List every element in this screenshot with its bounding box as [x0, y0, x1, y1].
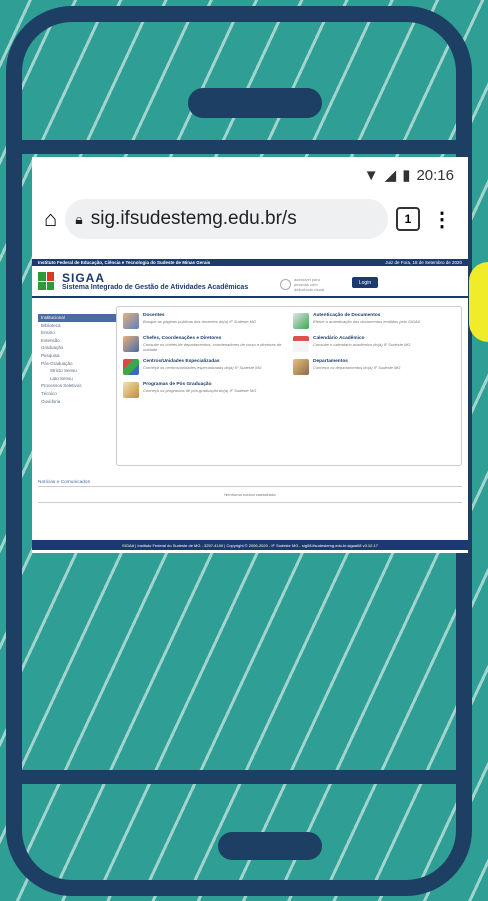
status-bar: ▼ ◢ ▮ 20:16: [32, 157, 468, 193]
calendar-icon: [293, 336, 309, 352]
blocks-icon: [123, 359, 139, 375]
services-panel: Docentes Busque as páginas públicas dos d…: [116, 306, 462, 466]
menu-item-pesquisa[interactable]: Pesquisa: [38, 352, 116, 360]
phone-bottom-bezel-line: [22, 770, 456, 784]
menu-item-processos-seletivos[interactable]: Processos Seletivos: [38, 382, 116, 390]
login-button[interactable]: Login: [352, 277, 378, 288]
menu-item-lato-sensu[interactable]: Lato Sensu: [38, 375, 116, 383]
phone-top-bezel-line: [22, 140, 456, 154]
group-icon: [123, 336, 139, 352]
site-footer: SIGAA | Instituto Federal do Sudeste de …: [32, 540, 468, 550]
people-icon: [123, 313, 139, 329]
wifi-icon: ▼: [363, 166, 379, 184]
menu-item-institucional[interactable]: Institucional: [38, 314, 116, 322]
verified-document-icon: [293, 313, 309, 329]
lock-icon: 🔒︎: [75, 210, 83, 227]
sigaa-logo: [38, 272, 54, 290]
side-menu: Institucional Biblioteca Ensino Extensão…: [38, 306, 116, 466]
signal-icon: ◢: [384, 167, 397, 184]
institution-strip: Instituto Federal de Educação, Ciência e…: [32, 259, 468, 266]
phone-speaker: [188, 88, 322, 118]
more-menu-icon[interactable]: ⋮: [428, 207, 456, 232]
news-section: Notícias e Comunicados Nenhuma notícia c…: [38, 480, 462, 503]
card-pos-graduacao[interactable]: Programas de Pós Graduação Conheça os pro…: [123, 380, 285, 403]
card-centros[interactable]: Centros/Unidades Especializadas Conheça o…: [123, 357, 285, 380]
building-icon: [293, 359, 309, 375]
url-text: sig.ifsudestemg.edu.br/s: [90, 208, 297, 229]
clock: 20:16: [416, 166, 454, 184]
institution-name: Instituto Federal de Educação, Ciência e…: [38, 260, 211, 265]
menu-item-stricto-sensu[interactable]: Stricto Sensu: [38, 367, 116, 375]
menu-item-biblioteca[interactable]: Biblioteca: [38, 322, 116, 330]
card-chefes[interactable]: Chefes, Coordenações e Diretores Consulte…: [123, 334, 285, 357]
card-calendario[interactable]: Calendário Acadêmico Consulte o calendári…: [293, 334, 455, 357]
menu-item-pos-graduacao[interactable]: Pós-Graduação: [38, 360, 116, 368]
diploma-icon: [123, 382, 139, 398]
card-autenticacao[interactable]: Autenticação de Documentos Efetue a auten…: [293, 311, 455, 334]
phone-screen: ▼ ◢ ▮ 20:16 ⌂ 🔒︎ sig.ifsudestemg.edu.br/…: [32, 157, 468, 553]
date-text: Juiz de Fora, 18 de Setembro de 2020: [385, 260, 462, 265]
battery-icon: ▮: [402, 167, 411, 184]
sigaa-page: Instituto Federal de Educação, Ciência e…: [32, 259, 468, 551]
menu-item-ensino[interactable]: Ensino: [38, 329, 116, 337]
main-area: Institucional Biblioteca Ensino Extensão…: [32, 298, 468, 466]
accessibility-icon: [280, 279, 291, 290]
home-icon[interactable]: ⌂: [44, 206, 57, 232]
menu-item-extensao[interactable]: Extensão: [38, 337, 116, 345]
browser-toolbar: ⌂ 🔒︎ sig.ifsudestemg.edu.br/s 1 ⋮: [32, 193, 468, 245]
phone-home-button[interactable]: [218, 832, 322, 860]
address-bar[interactable]: 🔒︎ sig.ifsudestemg.edu.br/s: [65, 199, 388, 239]
news-heading: Notícias e Comunicados: [38, 480, 462, 487]
card-docentes[interactable]: Docentes Busque as páginas públicas dos d…: [123, 311, 285, 334]
tab-switcher-button[interactable]: 1: [396, 207, 420, 231]
brand-name: SIGAA: [62, 270, 106, 285]
brand-tagline: Sistema Integrado de Gestão de Atividade…: [62, 283, 249, 291]
accessibility-link[interactable]: acessível para pessoas com deficiência v…: [280, 277, 334, 292]
site-header: SIGAA Sistema Integrado de Gestão de Ati…: [32, 266, 468, 296]
highlight-marker: [469, 262, 488, 342]
news-empty-message: Nenhuma notícia cadastrada: [38, 487, 462, 503]
menu-item-ouvidoria[interactable]: Ouvidoria: [38, 398, 116, 406]
menu-item-graduacao[interactable]: Graduação: [38, 344, 116, 352]
card-departamentos[interactable]: Departamentos Conheça os departamentos do…: [293, 357, 455, 380]
menu-item-tecnico[interactable]: Técnico: [38, 390, 116, 398]
